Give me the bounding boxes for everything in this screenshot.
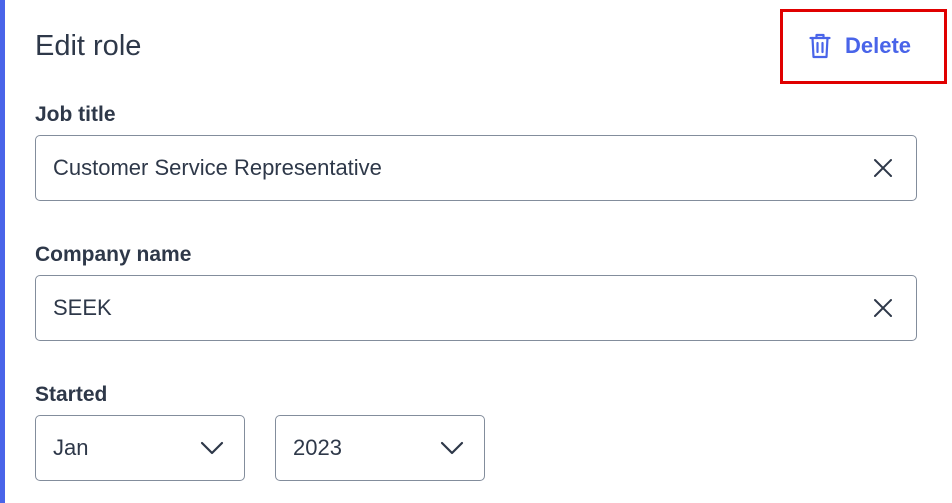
company-name-value: SEEK bbox=[53, 295, 112, 320]
close-icon[interactable] bbox=[872, 157, 894, 179]
edit-role-panel: Edit role Delete Job title Customer Serv… bbox=[0, 0, 952, 503]
company-name-label: Company name bbox=[35, 243, 192, 266]
delete-label: Delete bbox=[845, 33, 912, 58]
page-title: Edit role bbox=[35, 30, 142, 62]
started-year-select[interactable]: 2023 bbox=[275, 415, 485, 481]
delete-highlight-box: Delete bbox=[780, 9, 947, 84]
accent-bar bbox=[0, 0, 5, 503]
job-title-label: Job title bbox=[35, 103, 116, 126]
delete-button[interactable]: Delete bbox=[809, 32, 911, 60]
started-year-value: 2023 bbox=[293, 435, 342, 460]
trash-icon bbox=[809, 33, 831, 59]
chevron-down-icon bbox=[440, 438, 464, 458]
chevron-down-icon bbox=[200, 438, 224, 458]
company-name-field[interactable]: SEEK bbox=[35, 275, 917, 341]
job-title-value: Customer Service Representative bbox=[53, 155, 382, 180]
close-icon[interactable] bbox=[872, 297, 894, 319]
started-month-value: Jan bbox=[53, 435, 89, 460]
started-label: Started bbox=[35, 383, 108, 406]
job-title-field[interactable]: Customer Service Representative bbox=[35, 135, 917, 201]
started-month-select[interactable]: Jan bbox=[35, 415, 245, 481]
